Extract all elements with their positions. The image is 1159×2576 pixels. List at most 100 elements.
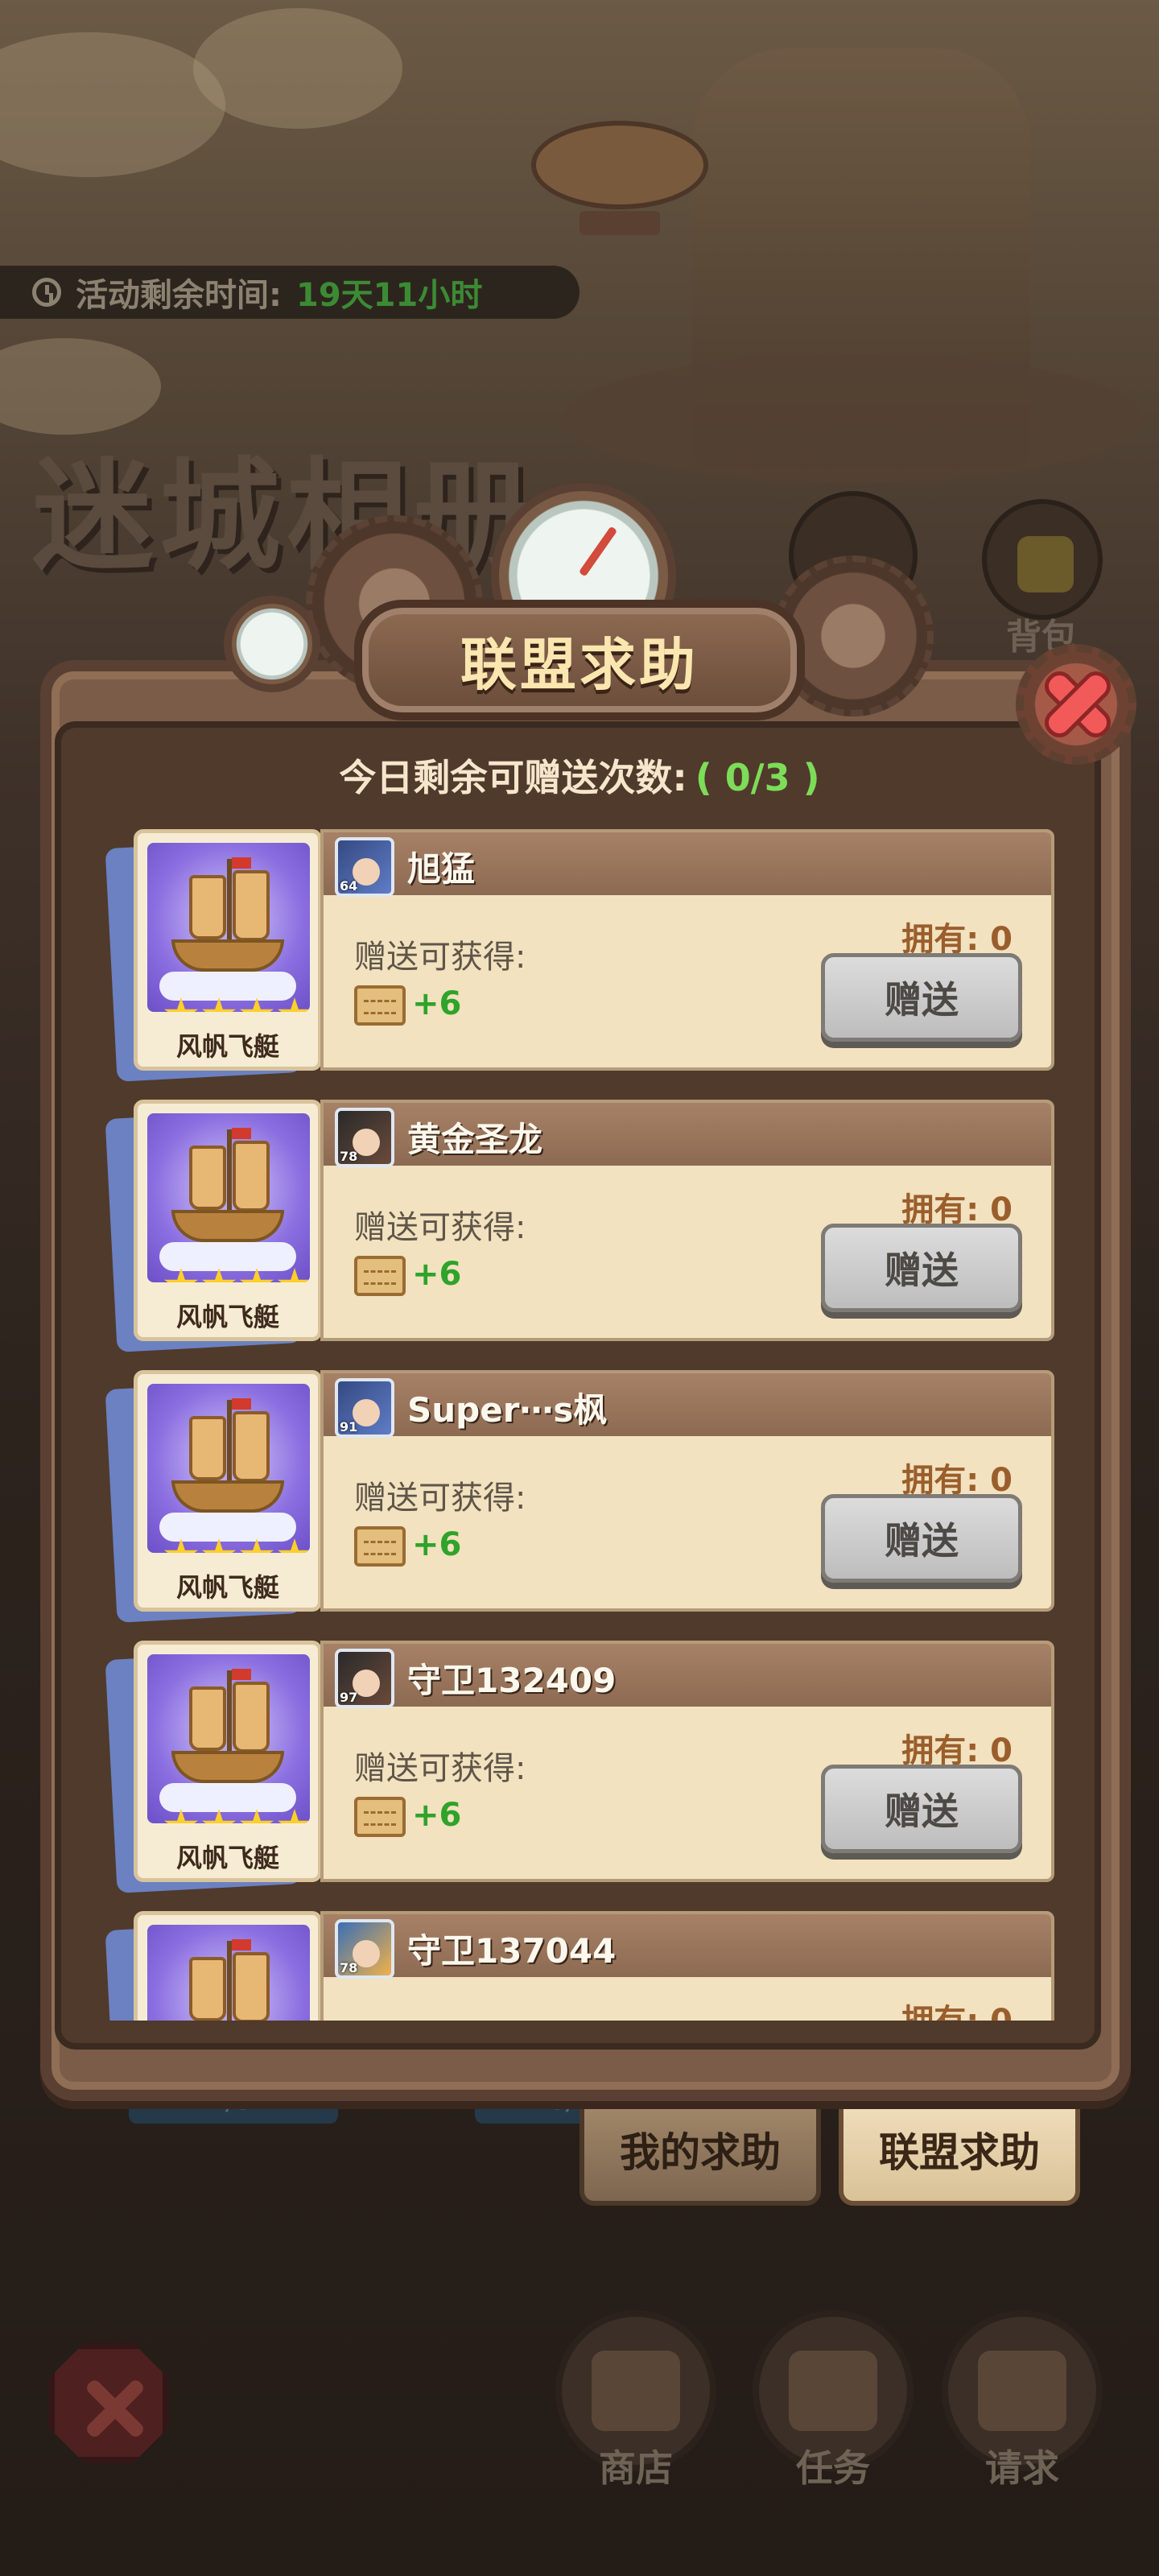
star-icon	[163, 1809, 199, 1823]
star-icon	[201, 1538, 237, 1553]
shop-label: 商店	[599, 2446, 673, 2490]
tasks-label: 任务	[796, 2446, 870, 2490]
list-item: 风帆飞艇 78 黄金圣龙 赠送可获得: +6 拥有: 0 赠送	[105, 1092, 1058, 1352]
card-name: 风帆飞艇	[175, 1843, 279, 1873]
give-button[interactable]: 赠送	[821, 953, 1022, 1042]
star-icon	[239, 1538, 274, 1553]
shop-button[interactable]: 商店	[555, 2310, 716, 2496]
player-name: 黄金圣龙	[407, 1120, 543, 1159]
timer-label: 活动剩余时间:	[76, 277, 282, 314]
bag-icon	[1017, 536, 1074, 592]
give-button[interactable]: 赠送	[821, 1224, 1022, 1312]
close-icon[interactable]	[1016, 644, 1136, 765]
star-icon	[201, 997, 237, 1012]
ship-icon	[147, 1113, 310, 1282]
star-icon	[163, 1538, 199, 1553]
avatar-level: 78	[340, 1960, 358, 1975]
request-label: 请求	[985, 2446, 1059, 2490]
star-icon	[239, 1268, 274, 1282]
owned-count: 拥有: 0	[901, 1995, 1013, 2021]
airship-illustration	[531, 121, 708, 209]
item-card[interactable]: 风帆飞艇	[134, 1370, 322, 1612]
avatar[interactable]: 78	[335, 1919, 394, 1979]
star-icon	[277, 1809, 310, 1823]
ship-icon	[147, 1654, 310, 1823]
gift-label: 赠送可获得:	[354, 1209, 526, 1246]
gift-label: 赠送可获得:	[354, 1750, 526, 1787]
ship-icon	[147, 843, 310, 1012]
star-icon	[201, 1809, 237, 1823]
remaining-gifts: 今日剩余可赠送次数:( 0/3 )	[0, 749, 1159, 802]
list-item: 风帆飞艇 78 守卫137044 赠送可获得: +6 拥有: 0 赠送	[105, 1903, 1058, 2021]
gift-label: 赠送可获得:	[354, 2013, 526, 2021]
tasks-icon	[789, 2351, 877, 2431]
avatar-level: 97	[340, 1690, 358, 1705]
clock-icon	[32, 278, 61, 307]
request-info: 64 旭猛 赠送可获得: +6 拥有: 0 赠送	[320, 829, 1054, 1071]
player-name: 守卫137044	[407, 1931, 617, 1971]
tab-my-requests[interactable]: 我的求助	[580, 2093, 821, 2206]
card-name: 风帆飞艇	[175, 1572, 279, 1603]
request-list[interactable]: 风帆飞艇 64 旭猛 赠送可获得: +6 拥有: 0 赠送 风帆飞艇 78 黄金…	[105, 821, 1058, 2021]
card-name: 风帆飞艇	[175, 1031, 279, 1062]
star-icon	[239, 997, 274, 1012]
request-tabs: 我的求助 联盟求助	[580, 2093, 1080, 2206]
avatar[interactable]: 78	[335, 1108, 394, 1167]
gift-amount: +6	[412, 1526, 462, 1563]
gift-amount: +6	[412, 1256, 462, 1293]
gift-label: 赠送可获得:	[354, 939, 526, 976]
avatar[interactable]: 64	[335, 837, 394, 897]
star-icon	[239, 1809, 274, 1823]
item-card[interactable]: 风帆飞艇	[134, 1100, 322, 1341]
avatar-level: 64	[340, 878, 358, 894]
list-item: 风帆飞艇 97 守卫132409 赠送可获得: +6 拥有: 0 赠送	[105, 1633, 1058, 1893]
shop-icon	[592, 2351, 680, 2431]
list-item: 风帆飞艇 64 旭猛 赠送可获得: +6 拥有: 0 赠送	[105, 821, 1058, 1082]
player-name: 旭猛	[407, 849, 476, 889]
bag-button[interactable]	[982, 499, 1103, 620]
dialog-title-plate: 联盟求助	[354, 600, 805, 720]
star-icon	[201, 1268, 237, 1282]
request-info: 78 黄金圣龙 赠送可获得: +6 拥有: 0 赠送	[320, 1100, 1054, 1341]
gift-amount: +6	[412, 985, 462, 1022]
ship-icon	[147, 1384, 310, 1553]
tab-alliance-requests[interactable]: 联盟求助	[839, 2093, 1080, 2206]
ticket-icon	[354, 985, 406, 1026]
avatar[interactable]: 97	[335, 1649, 394, 1708]
ticket-icon	[354, 1256, 406, 1296]
ticket-icon	[354, 1797, 406, 1837]
small-gauge-icon	[224, 596, 320, 692]
player-name: 守卫132409	[407, 1661, 617, 1700]
star-icon	[163, 997, 199, 1012]
item-card[interactable]: 风帆飞艇	[134, 1641, 322, 1882]
gift-amount: +6	[412, 1797, 462, 1834]
star-icon	[277, 1268, 310, 1282]
exit-icon[interactable]	[48, 2343, 169, 2463]
avatar-level: 91	[340, 1419, 358, 1435]
gift-label: 赠送可获得:	[354, 1480, 526, 1517]
list-item: 风帆飞艇 91 Super⋯s枫 赠送可获得: +6 拥有: 0 赠送	[105, 1362, 1058, 1623]
avatar[interactable]: 91	[335, 1378, 394, 1438]
star-icon	[277, 997, 310, 1012]
ship-icon	[147, 1925, 310, 2021]
request-info: 91 Super⋯s枫 赠送可获得: +6 拥有: 0 赠送	[320, 1370, 1054, 1612]
item-card[interactable]: 风帆飞艇	[134, 829, 322, 1071]
give-button[interactable]: 赠送	[821, 1765, 1022, 1853]
event-timer: 活动剩余时间: 19天11小时	[0, 266, 580, 319]
request-button[interactable]: 请求	[942, 2310, 1103, 2496]
item-card[interactable]: 风帆飞艇	[134, 1911, 322, 2021]
give-button[interactable]: 赠送	[821, 1494, 1022, 1583]
card-name: 风帆飞艇	[175, 1302, 279, 1332]
player-name: Super⋯s枫	[407, 1390, 608, 1430]
avatar-level: 78	[340, 1149, 358, 1164]
star-icon	[277, 1538, 310, 1553]
star-icon	[163, 1268, 199, 1282]
request-info: 97 守卫132409 赠送可获得: +6 拥有: 0 赠送	[320, 1641, 1054, 1882]
dialog-title: 联盟求助	[460, 631, 699, 698]
timer-value: 19天11小时	[296, 277, 483, 314]
remaining-count: ( 0/3 )	[695, 756, 820, 799]
request-icon	[978, 2351, 1066, 2431]
request-info: 78 守卫137044 赠送可获得: +6 拥有: 0 赠送	[320, 1911, 1054, 2021]
tasks-button[interactable]: 任务	[753, 2310, 914, 2496]
remaining-label: 今日剩余可赠送次数:	[339, 756, 687, 799]
